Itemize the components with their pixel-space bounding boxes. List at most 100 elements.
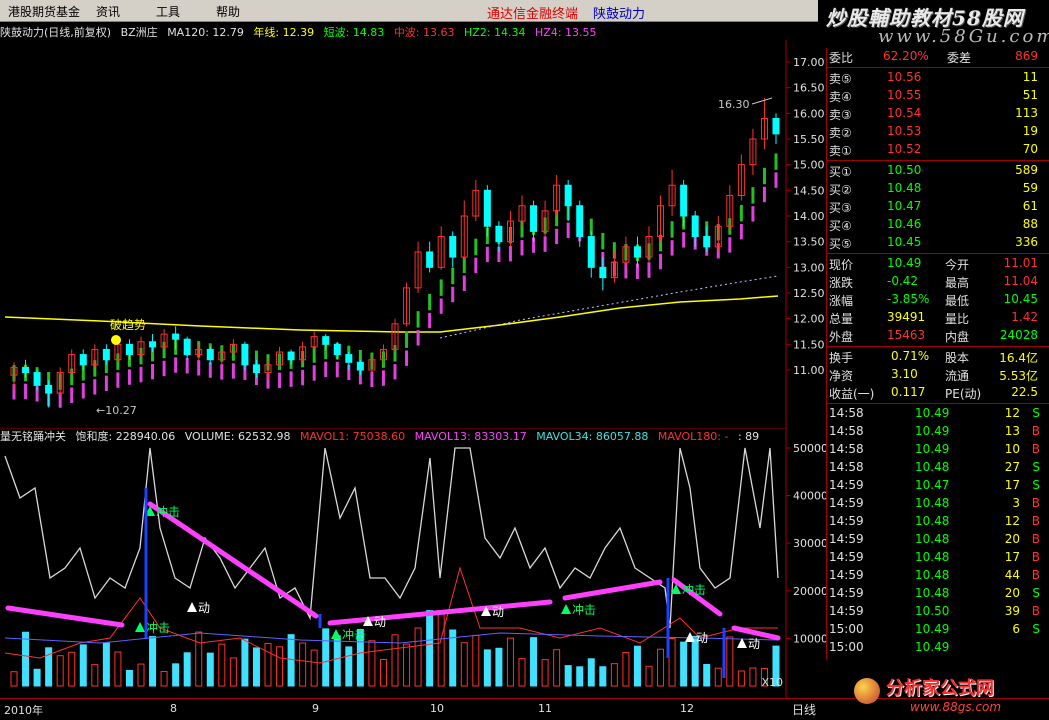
stat-row[interactable]: 现价 10.49 今开 11.01 <box>827 255 1049 273</box>
indicator-name[interactable]: BZ洲庄 <box>121 26 158 39</box>
ask-row[interactable]: 卖④ 10.55 51 <box>827 87 1049 105</box>
period-tab-daily[interactable]: 日线 <box>792 701 816 718</box>
bid-row[interactable]: 买① 10.50 589 <box>827 162 1049 180</box>
price-tick-label: 16.00 <box>793 107 825 120</box>
candle-body <box>483 189 491 227</box>
tick-side: B <box>1031 496 1040 510</box>
weibi-value: 62.20% <box>883 49 929 63</box>
ask-row[interactable]: 卖② 10.53 19 <box>827 123 1049 141</box>
bid-price: 10.45 <box>887 235 922 249</box>
bid-row[interactable]: 买② 10.48 59 <box>827 180 1049 198</box>
move-triangle-icon <box>187 602 197 612</box>
volume-bar <box>183 652 191 687</box>
tick-row[interactable]: 14:59 10.48 20 S <box>827 585 1049 603</box>
ask-row[interactable]: 卖③ 10.54 113 <box>827 105 1049 123</box>
footer-watermark: 分析家公式网 www.88gs.com <box>850 672 1049 720</box>
volume-bar <box>91 664 99 687</box>
stat-label: 最高 <box>945 276 970 290</box>
ask-volume: 51 <box>1022 88 1038 102</box>
hz2-value: HZ2: 14.34 <box>464 26 526 39</box>
tick-row[interactable]: 14:59 10.48 44 B <box>827 567 1049 585</box>
candle-body <box>33 372 41 386</box>
volume-bar <box>749 667 757 687</box>
tick-price: 10.48 <box>915 532 950 546</box>
bid-price: 10.50 <box>887 163 922 177</box>
trend-marker-icon <box>111 335 121 345</box>
volume-bar <box>195 631 203 687</box>
volume-bar <box>622 652 630 687</box>
fundamental-row[interactable]: 收益(一) 0.117 PE(动) 22.5 <box>827 384 1049 402</box>
stat-row[interactable]: 涨跌 -0.42 最高 11.04 <box>827 273 1049 291</box>
hz4-band <box>12 172 778 408</box>
ask-row[interactable]: 卖① 10.52 70 <box>827 141 1049 159</box>
ask-row[interactable]: 卖⑤ 10.56 11 <box>827 69 1049 87</box>
tick-row[interactable]: 14:59 10.48 3 B <box>827 495 1049 513</box>
volume-tick-label: 30000 <box>793 537 826 550</box>
tick-row[interactable]: 14:58 10.48 27 S <box>827 459 1049 477</box>
tick-row[interactable]: 14:59 10.48 17 B <box>827 549 1049 567</box>
stat-label: 总量 <box>829 312 854 326</box>
fundamental-value: 16.4亿 <box>999 351 1038 365</box>
tick-volume: 17 <box>1004 478 1020 492</box>
tick-row[interactable]: 14:58 10.49 13 B <box>827 423 1049 441</box>
volume-bar <box>633 645 641 687</box>
tick-row[interactable]: 14:59 10.48 20 B <box>827 531 1049 549</box>
bid-row[interactable]: 买④ 10.46 88 <box>827 216 1049 234</box>
hz4-value: HZ4: 13.55 <box>535 26 597 39</box>
menu-item-tools[interactable]: 工具 <box>156 3 180 20</box>
tick-row[interactable]: 14:59 10.50 39 B <box>827 603 1049 621</box>
volume-bar <box>541 659 549 687</box>
impact-triangle-icon <box>561 604 571 614</box>
quote-row-weibi[interactable]: 委比 62.20% 委差 869 <box>827 48 1049 66</box>
fundamental-value: 3.10 <box>891 367 918 381</box>
tick-row[interactable]: 14:58 10.49 12 S <box>827 405 1049 423</box>
zhongbo-value: 中波: 13.63 <box>393 26 455 39</box>
ask-price: 10.55 <box>887 88 922 102</box>
tick-time: 14:59 <box>829 478 864 492</box>
bid-row[interactable]: 买⑤ 10.45 336 <box>827 234 1049 252</box>
tick-row[interactable]: 14:58 10.49 10 B <box>827 441 1049 459</box>
candle-body <box>22 366 30 374</box>
stat-row[interactable]: 外盘 15463 内盘 24028 <box>827 327 1049 345</box>
stock-period-label[interactable]: 陕鼓动力(日线,前复权) <box>0 26 111 39</box>
bid-level-label: 买⑤ <box>829 237 852 251</box>
fundamental-row[interactable]: 换手 0.71% 股本 16.4亿 <box>827 348 1049 366</box>
tick-side: B <box>1031 442 1040 456</box>
menu-item-news[interactable]: 资讯 <box>96 3 120 20</box>
candlestick-chart[interactable]: 17.00 16.50 16.00 15.50 15.00 14.50 14.00 13.50… <box>0 40 826 428</box>
tick-row[interactable]: 15:00 10.49 <box>827 639 1049 657</box>
volume-bar <box>426 610 434 687</box>
candle-body <box>599 266 607 279</box>
tick-volume: 20 <box>1004 586 1020 600</box>
tick-price: 10.48 <box>915 460 950 474</box>
candle-body <box>45 384 53 394</box>
volume-bar <box>137 663 145 687</box>
volume-chart[interactable]: 5000040000300002000010000 冲击冲击冲击冲击冲击动动动动… <box>0 428 826 698</box>
ask-level-label: 卖② <box>829 126 852 140</box>
candle-body <box>772 117 780 135</box>
tick-row[interactable]: 14:59 10.47 17 S <box>827 477 1049 495</box>
fundamental-value: 22.5 <box>1011 385 1038 399</box>
signal-label: 冲击 <box>342 627 366 642</box>
nianxian-dotted-line <box>439 275 779 339</box>
candle-body <box>102 348 110 361</box>
fundamental-row[interactable]: 净资 3.10 流通 5.53亿 <box>827 366 1049 384</box>
tick-row[interactable]: 14:59 10.48 12 B <box>827 513 1049 531</box>
stat-value: 11.04 <box>1003 274 1038 288</box>
fundamental-value: 5.53亿 <box>999 369 1038 383</box>
stat-row[interactable]: 涨幅 -3.85% 最低 10.45 <box>827 291 1049 309</box>
bid-row[interactable]: 买③ 10.47 61 <box>827 198 1049 216</box>
menu-item-help[interactable]: 帮助 <box>216 3 240 20</box>
menu-item-hk-futures[interactable]: 港股期货基金 <box>8 3 80 20</box>
tick-price: 10.49 <box>915 640 950 654</box>
volume-bar <box>114 651 122 687</box>
fundamental-label: 股本 <box>945 351 970 365</box>
candle-body <box>322 336 330 345</box>
volume-bar <box>495 647 503 687</box>
high-price-label: 16.30 <box>718 98 750 111</box>
weibi-label: 委比 <box>829 51 854 65</box>
stat-row[interactable]: 总量 39491 量比 1.42 <box>827 309 1049 327</box>
x-axis-month-11: 11 <box>538 702 552 715</box>
volume-bar <box>460 642 468 687</box>
tick-row[interactable]: 15:00 10.49 6 S <box>827 621 1049 639</box>
